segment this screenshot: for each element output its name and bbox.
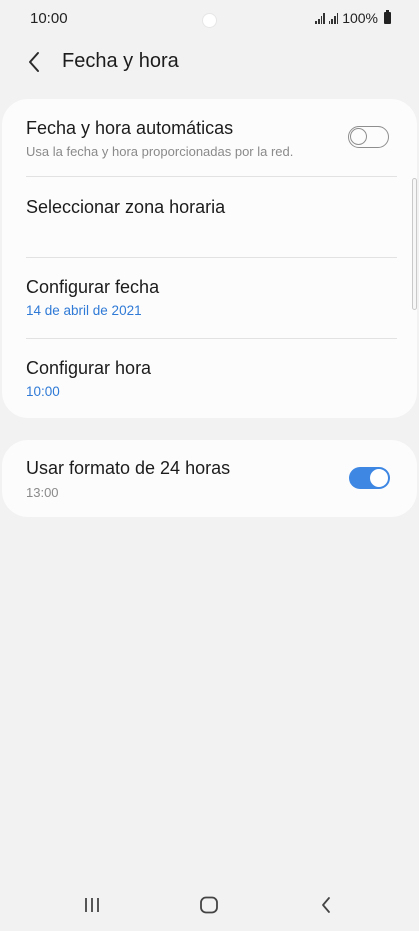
nav-back-button[interactable] <box>306 892 346 918</box>
format-settings-card: Usar formato de 24 horas 13:00 <box>2 440 417 517</box>
status-time: 10:00 <box>30 10 68 27</box>
format24-label: Usar formato de 24 horas <box>26 458 231 478</box>
camera-cutout <box>202 13 217 28</box>
format24-row[interactable]: Usar formato de 24 horas 13:00 <box>2 440 417 517</box>
signal-icon <box>315 12 325 24</box>
set-time-value: 10:00 <box>26 384 60 399</box>
toggle-knob <box>369 468 389 488</box>
auto-datetime-description: Usa la fecha y hora proporcionadas por l… <box>26 144 294 159</box>
chevron-left-icon <box>29 52 39 72</box>
battery-level: 100% <box>342 10 378 26</box>
format24-toggle[interactable] <box>349 467 390 489</box>
recents-icon <box>85 898 99 912</box>
auto-datetime-toggle[interactable] <box>348 126 389 148</box>
auto-datetime-row[interactable]: Fecha y hora automáticas Usa la fecha y … <box>2 99 417 176</box>
home-icon <box>200 896 218 914</box>
back-icon <box>322 897 330 913</box>
back-button[interactable] <box>20 48 48 76</box>
format24-example: 13:00 <box>26 485 59 500</box>
scrollbar[interactable] <box>412 178 417 310</box>
set-date-value: 14 de abril de 2021 <box>26 303 142 318</box>
status-indicators: 100% <box>315 10 391 26</box>
timezone-row[interactable]: Seleccionar zona horaria <box>2 177 417 257</box>
header: Fecha y hora <box>0 40 419 84</box>
set-date-row[interactable]: Configurar fecha 14 de abril de 2021 <box>2 258 417 338</box>
battery-icon <box>384 10 391 24</box>
timezone-label: Seleccionar zona horaria <box>26 197 226 217</box>
signal-icon <box>328 12 339 24</box>
set-time-row[interactable]: Configurar hora 10:00 <box>2 339 417 418</box>
datetime-settings-card: Fecha y hora automáticas Usa la fecha y … <box>2 99 417 418</box>
home-button[interactable] <box>189 892 229 918</box>
navigation-bar <box>0 880 419 931</box>
auto-datetime-label: Fecha y hora automáticas <box>26 118 234 138</box>
recents-button[interactable] <box>72 892 112 918</box>
set-date-label: Configurar fecha <box>26 277 160 297</box>
toggle-knob <box>350 128 367 145</box>
status-bar: 10:00 100% <box>0 0 419 36</box>
set-time-label: Configurar hora <box>26 358 152 378</box>
page-title: Fecha y hora <box>62 50 179 72</box>
